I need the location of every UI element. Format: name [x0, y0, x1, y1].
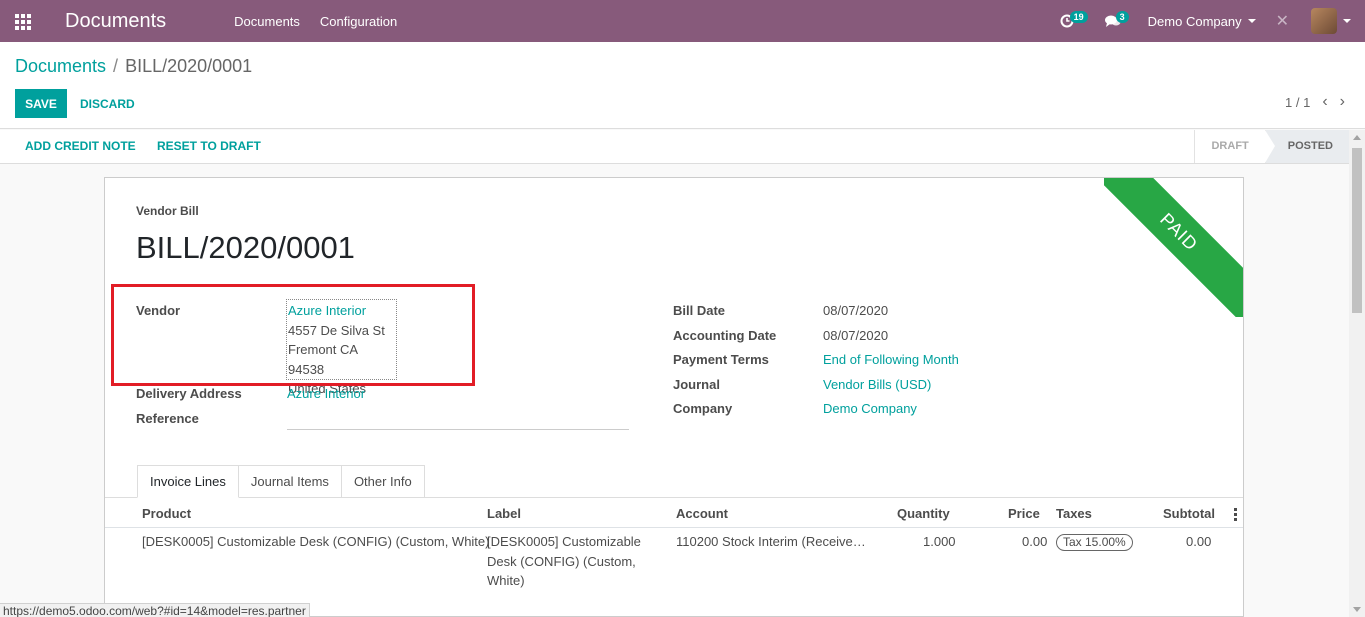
document-type: Vendor Bill [136, 204, 199, 218]
status-stages: DRAFT POSTED [1194, 130, 1349, 163]
highlight-annotation [111, 284, 475, 386]
column-price[interactable]: Price [1008, 506, 1040, 521]
document-name: BILL/2020/0001 [136, 230, 355, 265]
control-panel: Documents / BILL/2020/0001 SAVE DISCARD … [0, 42, 1365, 129]
column-taxes[interactable]: Taxes [1056, 506, 1092, 521]
form-statusbar: ADD CREDIT NOTE RESET TO DRAFT DRAFT POS… [0, 130, 1349, 164]
tab-invoice-lines[interactable]: Invoice Lines [137, 465, 239, 498]
save-button[interactable]: SAVE [15, 89, 67, 118]
accounting-date-value: 08/07/2020 [823, 328, 889, 343]
cell-label-line: Desk (CONFIG) (Custom, [487, 553, 636, 569]
menu-documents[interactable]: Documents [224, 14, 310, 29]
cell-label-line: White) [487, 573, 525, 588]
company-name: Demo Company [1147, 13, 1242, 29]
delivery-address-link[interactable]: Azure Interior [287, 386, 365, 401]
pager-value[interactable]: 1 / 1 [1285, 95, 1310, 110]
column-options-icon[interactable] [1234, 508, 1237, 523]
reset-to-draft-button[interactable]: RESET TO DRAFT [157, 139, 261, 153]
accounting-date-label: Accounting Date [673, 328, 777, 343]
breadcrumb: Documents / BILL/2020/0001 [15, 56, 252, 77]
activity-count-badge: 19 [1069, 11, 1088, 23]
activity-button[interactable]: 19 [1056, 10, 1088, 32]
scrollbar[interactable] [1349, 130, 1365, 617]
user-avatar[interactable] [1311, 8, 1337, 34]
table-header: Product Label Account Quantity Price Tax… [105, 498, 1243, 528]
debug-tools-icon[interactable]: ✕ [1276, 11, 1289, 31]
bill-date-value: 08/07/2020 [823, 303, 889, 318]
payment-terms-label: Payment Terms [673, 352, 769, 367]
payment-terms-link[interactable]: End of Following Month [823, 352, 959, 367]
tax-tag[interactable]: Tax 15.00% [1056, 534, 1133, 551]
main-menu: Documents Configuration [224, 14, 407, 29]
company-link[interactable]: Demo Company [823, 401, 917, 416]
breadcrumb-parent[interactable]: Documents [15, 56, 106, 77]
reference-label: Reference [136, 411, 199, 426]
bill-date-label: Bill Date [673, 303, 726, 318]
tab-journal-items[interactable]: Journal Items [238, 465, 342, 498]
menu-configuration[interactable]: Configuration [310, 14, 407, 29]
chevron-down-icon[interactable] [1343, 19, 1351, 23]
cell-label[interactable]: [DESK0005] Customizable Desk (CONFIG) (C… [487, 532, 641, 591]
message-count-badge: 3 [1115, 11, 1129, 23]
scroll-up-icon[interactable] [1353, 135, 1361, 140]
messages-button[interactable]: 3 [1102, 10, 1129, 32]
chevron-right-icon[interactable]: › [1340, 94, 1345, 110]
paid-ribbon: PAID [1104, 178, 1243, 317]
cell-subtotal: 0.00 [1186, 534, 1212, 549]
form-sheet: PAID Vendor Bill BILL/2020/0001 Vendor A… [104, 177, 1244, 617]
journal-link[interactable]: Vendor Bills (USD) [823, 377, 931, 392]
column-quantity[interactable]: Quantity [897, 506, 950, 521]
company-label: Company [673, 401, 733, 416]
breadcrumb-separator: / [113, 56, 119, 76]
tab-other-info[interactable]: Other Info [341, 465, 425, 498]
cell-label-line: [DESK0005] Customizable [487, 534, 641, 549]
discard-button[interactable]: DISCARD [80, 89, 135, 118]
stage-draft[interactable]: DRAFT [1194, 130, 1264, 163]
scroll-down-icon[interactable] [1353, 607, 1361, 612]
column-account[interactable]: Account [676, 506, 728, 521]
reference-input[interactable] [287, 429, 629, 430]
cell-account[interactable]: 110200 Stock Interim (Receive… [676, 532, 866, 552]
cell-product[interactable]: [DESK0005] Customizable Desk (CONFIG) (C… [142, 532, 489, 552]
stage-posted[interactable]: POSTED [1264, 130, 1349, 163]
pager: 1 / 1 ‹ › [1285, 94, 1345, 110]
journal-label: Journal [673, 377, 720, 392]
column-subtotal[interactable]: Subtotal [1163, 506, 1215, 521]
status-url: https://demo5.odoo.com/web?#id=14&model=… [0, 603, 310, 617]
delivery-address-label: Delivery Address [136, 386, 242, 401]
chevron-left-icon[interactable]: ‹ [1322, 94, 1327, 110]
company-switcher[interactable]: Demo Company [1148, 14, 1256, 29]
top-navbar: Documents Documents Configuration 19 3 D… [0, 0, 1365, 42]
add-credit-note-button[interactable]: ADD CREDIT NOTE [25, 139, 136, 153]
apps-menu-icon[interactable] [15, 14, 33, 30]
column-product[interactable]: Product [142, 506, 191, 521]
cell-price[interactable]: 0.00 [1022, 532, 1047, 552]
column-label[interactable]: Label [487, 506, 521, 521]
scroll-thumb[interactable] [1352, 148, 1362, 313]
app-brand[interactable]: Documents [65, 10, 166, 33]
breadcrumb-current: BILL/2020/0001 [125, 56, 253, 76]
chevron-down-icon [1247, 19, 1256, 23]
cell-quantity[interactable]: 1.000 [923, 532, 956, 552]
ribbon-label: PAID [1104, 178, 1243, 317]
notebook-tabs: Invoice Lines Journal Items Other Info [137, 465, 425, 498]
